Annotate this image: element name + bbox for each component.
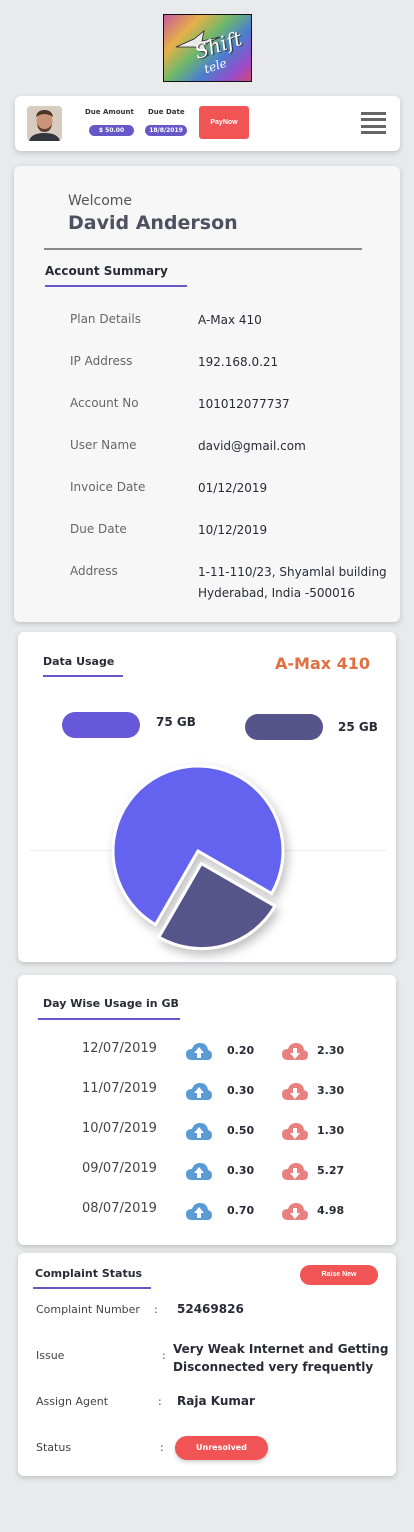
upload-value: 0.30 [227,1084,255,1097]
due-date-badge: 18/8/2019 [145,125,187,136]
upload-cloud-icon [186,1163,212,1181]
due-date-row-label: Due Date [70,522,127,536]
upload-cloud-icon [186,1123,212,1141]
pay-now-button[interactable]: PayNow [199,106,249,139]
account-summary-card: Welcome David Anderson Account Summary P… [14,166,400,622]
upload-value: 0.70 [227,1204,255,1217]
data-usage-pie-chart [111,764,285,951]
ip-address-label: IP Address [70,354,133,368]
usage-date: 12/07/2019 [82,1041,157,1056]
colon: : [162,1349,166,1362]
download-value: 2.30 [317,1044,345,1057]
colon: : [154,1303,158,1316]
hamburger-menu-icon[interactable] [361,112,386,134]
assign-agent-label: Assign Agent [36,1395,109,1408]
download-value: 5.27 [317,1164,345,1177]
avatar[interactable] [27,106,62,141]
user-name-value: david@gmail.com [198,439,306,453]
ip-address-value: 192.168.0.21 [198,355,279,369]
colon: : [158,1395,162,1408]
invoice-date-value: 01/12/2019 [198,481,268,495]
complaint-status-title: Complaint Status [35,1267,143,1280]
download-cloud-icon [282,1083,308,1101]
title-underline [45,285,187,287]
download-value: 1.30 [317,1124,345,1137]
upload-cloud-icon [186,1083,212,1101]
user-name-label: User Name [70,438,137,452]
issue-label: Issue [36,1349,65,1362]
status-badge: Unresolved [175,1436,268,1460]
issue-line-1: Very Weak Internet and Getting [173,1342,389,1356]
upload-value: 0.50 [227,1124,255,1137]
upload-value: 0.20 [227,1044,255,1057]
usage-date: 08/07/2019 [82,1201,157,1216]
colon: : [160,1441,164,1454]
day-wise-usage-card: Day Wise Usage in GB 12/07/2019 0.20 2.30 1… [18,975,396,1245]
shift-tele-logo: Shift tele [163,14,252,82]
day-wise-title: Day Wise Usage in GB [43,997,179,1010]
usage-date: 10/07/2019 [82,1121,157,1136]
welcome-text: Welcome [68,193,133,209]
invoice-date-label: Invoice Date [70,480,146,494]
download-cloud-icon [282,1163,308,1181]
address-label: Address [70,564,118,578]
plan-details-label: Plan Details [70,312,141,326]
title-underline [38,1018,180,1020]
user-name-heading: David Anderson [68,212,238,234]
due-amount-label: Due Amount [85,108,134,116]
download-value: 3.30 [317,1084,345,1097]
complaint-number-label: Complaint Number [36,1303,140,1316]
status-label: Status [36,1441,72,1454]
usage-date: 09/07/2019 [82,1161,157,1176]
complaint-number-value: 52469826 [177,1302,244,1316]
download-cloud-icon [282,1203,308,1221]
raise-new-button[interactable]: Raise New [300,1265,378,1285]
upload-value: 0.30 [227,1164,255,1177]
download-cloud-icon [282,1043,308,1061]
due-date-row-value: 10/12/2019 [198,523,268,537]
account-summary-title: Account Summary [45,264,168,278]
account-no-label: Account No [70,396,139,410]
assign-agent-value: Raja Kumar [177,1394,255,1408]
divider [44,248,362,250]
complaint-status-card: Complaint Status Raise New Complaint Num… [18,1253,396,1476]
issue-line-2: Disconnected very frequently [173,1360,374,1374]
due-amount-badge: $ 50.00 [89,125,134,136]
title-underline [33,1287,151,1289]
download-cloud-icon [282,1123,308,1141]
upload-cloud-icon [186,1043,212,1061]
download-value: 4.98 [317,1204,345,1217]
upload-cloud-icon [186,1203,212,1221]
plan-details-value: A-Max 410 [198,313,262,327]
account-header-bar: Due Amount $ 50.00 Due Date 18/8/2019 Pa… [15,96,400,151]
address-line-2: Hyderabad, India -500016 [198,586,356,600]
address-line-1: 1-11-110/23, Shyamlal building [198,565,387,579]
account-no-value: 101012077737 [198,397,290,411]
usage-date: 11/07/2019 [82,1081,157,1096]
due-date-label: Due Date [148,108,185,116]
data-usage-card: Data Usage A-Max 410 75 GB 25 GB [18,632,396,962]
